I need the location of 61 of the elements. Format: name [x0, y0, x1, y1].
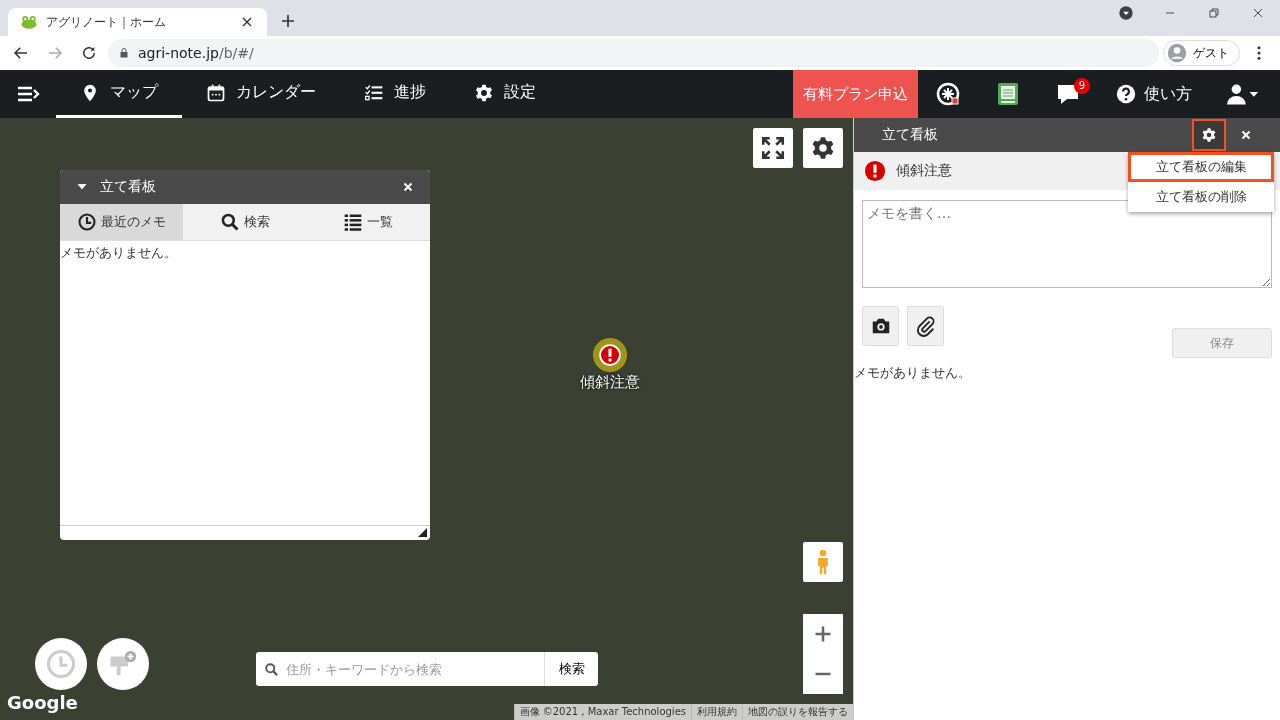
settings-button[interactable] [1192, 119, 1226, 151]
close-icon[interactable] [1240, 129, 1252, 141]
nav-tab[interactable]: 設定 [450, 70, 560, 118]
browser-tab[interactable]: アグリノート｜ホーム [8, 8, 267, 36]
search-button[interactable]: 検索 [544, 652, 598, 686]
imagery-credit: 画像 ©2021 , Maxar Technologies [513, 704, 691, 720]
settings-icon [810, 135, 836, 161]
add-sign-button[interactable] [97, 638, 149, 690]
attach-button[interactable] [907, 306, 944, 346]
frog-icon [20, 13, 38, 31]
fullscreen-icon [760, 135, 786, 161]
settings-icon [1201, 127, 1217, 143]
restore-icon[interactable] [1206, 5, 1222, 21]
settings-icon [474, 82, 494, 103]
profile-button[interactable]: ゲスト [1163, 40, 1240, 66]
checklist-icon [364, 82, 384, 103]
map-link[interactable]: 利用規約 [691, 704, 742, 720]
empty-message: メモがありません。 [60, 244, 178, 262]
clock-icon [77, 212, 98, 232]
minus-icon [813, 672, 833, 676]
search-icon [220, 212, 240, 232]
rice-badge-icon[interactable] [936, 82, 960, 106]
panel-title: 立て看板 [882, 126, 938, 144]
help-icon [1116, 84, 1136, 104]
chat-icon[interactable] [1056, 82, 1080, 106]
calendar-icon [206, 82, 226, 103]
photo-button[interactable] [862, 306, 899, 346]
menu-item[interactable]: 立て看板の編集 [1128, 152, 1274, 182]
nav-tab[interactable]: 進捗 [340, 70, 450, 118]
lock-icon [118, 47, 130, 59]
menu-item[interactable]: 立て看板の削除 [1128, 182, 1274, 212]
map-logo: Google [7, 692, 78, 713]
fullscreen-button[interactable] [753, 128, 793, 168]
address-field[interactable]: agri-note.jp/b/#/ [108, 39, 1159, 67]
clock-icon [46, 649, 76, 679]
plus-icon[interactable] [279, 12, 297, 30]
help-link[interactable]: 使い方 [1098, 70, 1210, 118]
url-text: agri-note.jp/b/#/ [138, 45, 254, 61]
notification-badge: 9 [1074, 78, 1090, 94]
panel-title: 立て看板 [100, 178, 156, 196]
history-button[interactable] [35, 638, 87, 690]
save-button: 保存 [1172, 328, 1272, 358]
warning-pin-icon[interactable] [592, 337, 628, 373]
paperclip-icon [914, 315, 937, 337]
person-icon [1167, 43, 1187, 63]
nav-tab[interactable]: カレンダー [182, 70, 340, 118]
sign-name: 傾斜注意 [896, 162, 952, 180]
tab-title: アグリノート｜ホーム [46, 13, 167, 31]
empty-message: メモがありません。 [854, 364, 972, 382]
marker-label: 傾斜注意 [580, 373, 640, 392]
address-search-field[interactable]: 住所・キーワードから検索 [256, 652, 544, 686]
dropdown-icon[interactable] [1118, 5, 1134, 21]
warning-icon [864, 160, 886, 182]
close-icon[interactable] [402, 181, 414, 193]
user-menu-icon[interactable] [1226, 82, 1260, 106]
resize-handle-icon[interactable] [418, 528, 427, 537]
book-icon[interactable] [996, 82, 1020, 106]
list-icon [343, 212, 364, 232]
plus-icon [813, 624, 833, 644]
map-settings-button[interactable] [803, 128, 843, 168]
panel-tab[interactable]: 最近のメモ [60, 204, 184, 240]
